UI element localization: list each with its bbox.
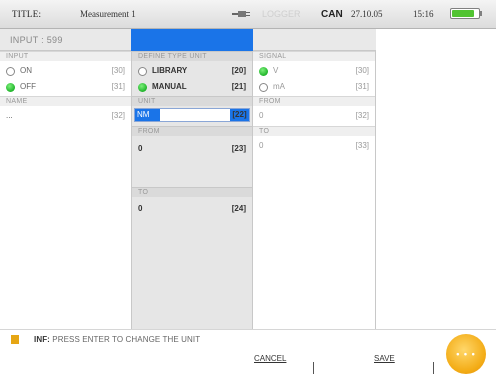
title-label: TITLE: (12, 9, 42, 19)
radio-selected-icon[interactable] (138, 83, 147, 92)
right-panel (376, 29, 496, 329)
battery-tip (480, 11, 482, 16)
radio-ma-label: mA (273, 82, 285, 91)
radio-ma[interactable]: mA [31] (253, 80, 375, 94)
from-code: [23] (231, 144, 246, 153)
input-title: INPUT : 599 (10, 35, 63, 45)
radio-icon[interactable] (6, 67, 15, 76)
radio-off-label: OFF (20, 82, 36, 91)
name-code: [32] (111, 111, 125, 120)
cancel-button[interactable]: CANCEL (254, 354, 286, 363)
input-column: INPUT ON [30] OFF [31] NAME ... [32] (0, 51, 131, 329)
define-unit-column: DEFINE TYPE UNIT LIBRARY [20] MANUAL [21… (131, 51, 253, 329)
section-input: INPUT (0, 51, 131, 61)
time-display: 15:16 (413, 9, 434, 19)
date-display: 27.10.05 (351, 9, 383, 19)
to-field[interactable]: 0 [24] (132, 202, 252, 216)
from-field[interactable]: 0 [23] (132, 142, 252, 156)
info-icon (11, 335, 19, 344)
section-signal: SIGNAL (253, 51, 375, 61)
radio-manual-code: [21] (231, 82, 246, 91)
radio-library[interactable]: LIBRARY [20] (132, 64, 252, 78)
radio-library-code: [20] (231, 66, 246, 75)
navigation-button[interactable]: • • • (446, 334, 486, 374)
plug-icon (232, 11, 250, 17)
unit-code: [22] (230, 109, 249, 121)
battery-level (452, 10, 474, 17)
signal-to-field[interactable]: 0 [33] (253, 139, 375, 153)
signal-column: SIGNAL V [30] mA [31] FROM 0 [32] TO 0 [… (253, 51, 376, 329)
radio-icon[interactable] (259, 83, 268, 92)
radio-off-code: [31] (111, 82, 125, 91)
radio-library-label: LIBRARY (152, 66, 188, 75)
radio-on-label: ON (20, 66, 32, 75)
section-unit: UNIT (132, 96, 252, 106)
nav-dots-icon: • • • (456, 349, 476, 359)
radio-v[interactable]: V [30] (253, 64, 375, 78)
radio-icon[interactable] (138, 67, 147, 76)
cancel-key-marker (313, 362, 314, 374)
signal-to-value: 0 (259, 141, 264, 150)
radio-ma-code: [31] (355, 82, 369, 91)
radio-selected-icon[interactable] (6, 83, 15, 92)
to-code: [24] (231, 204, 246, 213)
radio-manual[interactable]: MANUAL [21] (132, 80, 252, 94)
section-name: NAME (0, 96, 131, 106)
section-to: TO (253, 126, 375, 136)
signal-to-code: [33] (355, 141, 369, 150)
selected-column-header (131, 29, 253, 51)
radio-on[interactable]: ON [30] (0, 64, 131, 78)
radio-off[interactable]: OFF [31] (0, 80, 131, 94)
radio-selected-icon[interactable] (259, 67, 268, 76)
info-bar: INF: PRESS ENTER TO CHANGE THE UNIT CANC… (0, 329, 496, 374)
info-text: PRESS ENTER TO CHANGE THE UNIT (52, 335, 201, 344)
to-value: 0 (138, 204, 143, 213)
signal-from-code: [32] (355, 111, 369, 120)
radio-v-label: V (273, 66, 279, 75)
save-button[interactable]: SAVE (374, 354, 395, 363)
status-bar: TITLE: Measurement 1 LOGGER CAN 27.10.05… (0, 0, 496, 29)
section-to: TO (132, 187, 252, 197)
can-indicator: CAN (321, 9, 343, 20)
info-prefix: INF: (34, 335, 50, 344)
from-value: 0 (138, 144, 143, 153)
section-from: FROM (132, 126, 252, 136)
name-field[interactable]: ... [32] (0, 109, 131, 123)
unit-input[interactable]: NM [22] (134, 108, 250, 122)
measurement-name: Measurement 1 (80, 9, 136, 19)
save-key-marker (433, 362, 434, 374)
section-define-type-unit: DEFINE TYPE UNIT (132, 51, 252, 61)
signal-from-field[interactable]: 0 [32] (253, 109, 375, 123)
unit-value: NM (135, 109, 160, 121)
logger-indicator: LOGGER (262, 9, 301, 19)
radio-manual-label: MANUAL (152, 82, 187, 91)
section-from: FROM (253, 96, 375, 106)
unit-row[interactable]: NM [22] (132, 108, 252, 122)
radio-v-code: [30] (355, 66, 369, 75)
battery-icon (450, 8, 480, 19)
name-value: ... (6, 111, 13, 120)
radio-on-code: [30] (111, 66, 125, 75)
info-message: INF: PRESS ENTER TO CHANGE THE UNIT (34, 335, 200, 344)
signal-from-value: 0 (259, 111, 264, 120)
